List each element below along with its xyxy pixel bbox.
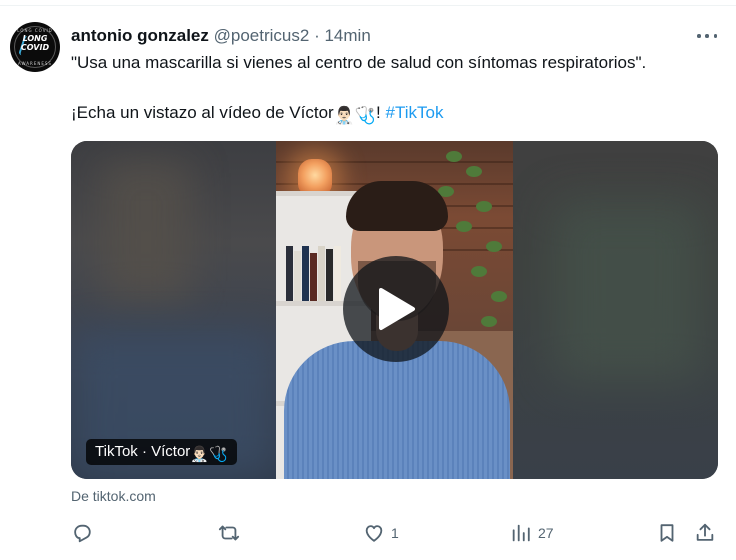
views-icon — [512, 524, 530, 542]
tweet-text-line2-prefix: ¡Echa un vistazo al vídeo de Víctor — [71, 103, 334, 122]
share-icon — [696, 523, 714, 541]
avatar-logo-line2: COVID — [20, 43, 50, 52]
retweet-icon — [218, 525, 240, 541]
like-icon — [365, 525, 383, 542]
header-separator: · — [314, 26, 320, 45]
more-icon-dot — [705, 34, 709, 38]
link-domain[interactable]: De tiktok.com — [71, 487, 156, 505]
more-options-button[interactable] — [695, 26, 719, 46]
bookmark-button[interactable] — [656, 519, 678, 547]
views-count: 27 — [538, 525, 554, 541]
more-icon-dot — [713, 34, 717, 38]
tweet-actions: 1 27 — [0, 519, 736, 547]
bookmark-icon — [660, 524, 674, 542]
retweet-button[interactable] — [217, 519, 247, 547]
play-button[interactable] — [343, 256, 449, 362]
tweet-text-line2: ¡Echa un vistazo al vídeo de Víctor👨🏻‍⚕️… — [71, 102, 443, 127]
reply-button[interactable] — [71, 519, 99, 547]
avatar-logo-top: LONG COVID — [17, 28, 53, 33]
author-name[interactable]: antonio gonzalez — [71, 26, 209, 45]
person-hair — [346, 181, 448, 231]
tweet-text-line2-bang: ! — [376, 103, 381, 122]
doctor-stethoscope-emoji: 👨🏻‍⚕️🩺 — [190, 446, 228, 463]
views-button[interactable]: 27 — [510, 519, 554, 547]
more-icon — [697, 34, 701, 38]
tweet-time[interactable]: 14min — [324, 26, 370, 45]
tweet-text-line1: "Usa una mascarilla si vienes al centro … — [71, 53, 647, 72]
reply-icon — [74, 524, 91, 543]
avatar-logo: LONG COVID — [10, 34, 60, 52]
tweet-header: antonio gonzalez @poetricus2 · 14min — [71, 25, 371, 47]
author-handle[interactable]: @poetricus2 — [214, 26, 310, 45]
hashtag-link[interactable]: #TikTok — [386, 103, 444, 122]
like-button[interactable]: 1 — [363, 519, 399, 547]
share-button[interactable] — [694, 519, 716, 547]
top-divider — [0, 5, 736, 6]
video-card[interactable]: TikTok · Víctor👨🏻‍⚕️🩺 — [71, 141, 718, 479]
doctor-stethoscope-emoji: 👨🏻‍⚕️🩺 — [333, 106, 377, 125]
video-blur-right — [513, 141, 718, 479]
video-source-label: TikTok · Víctor👨🏻‍⚕️🩺 — [86, 439, 237, 465]
like-count: 1 — [391, 525, 399, 541]
avatar[interactable]: LONG COVID LONG COVID AWARENESS — [10, 22, 60, 72]
video-source-text: TikTok · Víctor — [95, 443, 191, 460]
video-blur-left — [71, 141, 276, 479]
avatar-logo-line1: LONG — [22, 34, 48, 43]
salt-lamp — [298, 159, 332, 195]
play-icon — [379, 288, 415, 330]
avatar-logo-bottom: AWARENESS — [18, 61, 52, 66]
